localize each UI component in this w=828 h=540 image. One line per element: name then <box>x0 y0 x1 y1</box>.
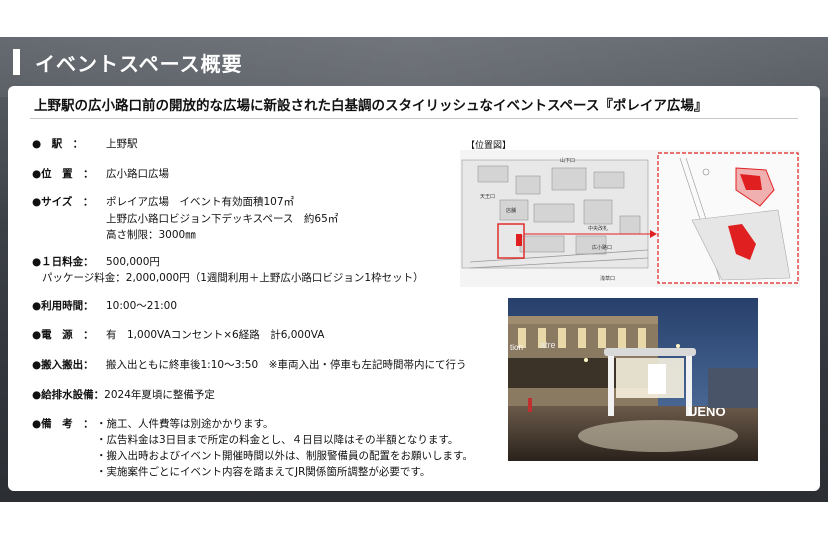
note-item: ・搬入出時およびイベント開催時間以外は、制服警備員の配置をお願いします。 <box>96 450 473 462</box>
row-value: 500,000円 <box>106 256 160 268</box>
location-map: 山下口 天王口 広小路口 浅草口 中央改札 店舗 <box>460 150 800 287</box>
note-item: ・施工、人件費等は別途かかります。 <box>96 418 274 430</box>
photo-sign-station: tion <box>510 343 523 352</box>
venue-photo: tion atre UENO <box>508 298 758 461</box>
detail-map <box>657 152 799 284</box>
size-line-2: 上野広小路口ビジョン下デッキスペース 約65㎡ <box>106 213 339 225</box>
row-location: ●位 置 ： 広小路口広場 <box>32 166 169 182</box>
page-title: イベントスペース概要 <box>35 52 243 76</box>
photo-sign-atre: atre <box>540 340 556 350</box>
row-value: 2024年夏頃に整備予定 <box>104 389 215 401</box>
row-label: ●搬入搬出： <box>32 359 94 371</box>
row-value: 搬入出ともに終車後1:10～3:50 ※車両入出・停車も左記時間帯内にて行う <box>106 359 467 371</box>
title-accent-bar <box>13 49 20 75</box>
row-value: 10:00～21:00 <box>106 300 178 312</box>
row-power: ●電 源 ： 有 1,000VAコンセント×6経路 計6,000VA <box>32 327 325 343</box>
row-label: ●給排水設備： <box>32 389 105 401</box>
map-text-asakusa: 浅草口 <box>600 275 615 282</box>
canopy-roof <box>604 348 696 356</box>
row-label: ●利用時間： <box>32 300 94 312</box>
row-label: ●位 置 ： <box>32 168 94 180</box>
row-label: ●１日料金： <box>32 256 94 268</box>
row-label: ● 駅 ： <box>32 138 84 150</box>
map-text-yamashita: 山下口 <box>560 157 575 164</box>
slide: イベントスペース概要 上野駅の広小路口前の開放的な広場に新設された白基調のスタイ… <box>0 37 828 502</box>
divider <box>30 118 798 119</box>
row-fee: ●１日料金： 500,000円 <box>32 254 160 270</box>
map-highlight-area <box>516 234 522 246</box>
card-subtitle: 上野駅の広小路口前の開放的な広場に新設された白基調のスタイリッシュなイベントスペ… <box>34 98 708 114</box>
row-water: ●給排水設備：2024年夏頃に整備予定 <box>32 387 215 403</box>
row-value: ポレイア広場 イベント有効面積107㎡ <box>106 196 295 208</box>
row-value: 上野駅 <box>106 138 138 150</box>
row-value: 有 1,000VAコンセント×6経路 計6,000VA <box>106 329 325 341</box>
map-text-central: 中央改札 <box>588 225 608 232</box>
note-item: ・実施案件ごとにイベント内容を踏まえてJR関係箇所調整が必要です。 <box>96 466 431 478</box>
row-label: ●サイズ ： <box>32 196 94 208</box>
note-item: ・広告料金は3日目まで所定の料金とし、４日目以降はその半額となります。 <box>96 434 459 446</box>
map-text-tenkou: 天王口 <box>480 194 495 200</box>
row-label: ●電 源 ： <box>32 329 94 341</box>
content-card: 上野駅の広小路口前の開放的な広場に新設された白基調のスタイリッシュなイベントスペ… <box>8 86 820 491</box>
map-text-hirokouji: 広小路口 <box>592 244 612 251</box>
row-label: ●備 考 ： <box>32 418 94 430</box>
size-line-3: 高さ制限：3000㎜ <box>106 229 196 241</box>
fee-package: パッケージ料金：2,000,000円（1週間利用＋上野広小路口ビジョン1枠セット… <box>42 272 424 284</box>
overview-map: 山下口 天王口 広小路口 浅草口 中央改札 店舗 <box>461 157 649 282</box>
row-size: ●サイズ ： ポレイア広場 イベント有効面積107㎡ <box>32 194 294 210</box>
row-value: 広小路口広場 <box>106 168 169 180</box>
row-loading: ●搬入搬出： 搬入出ともに終車後1:10～3:50 ※車両入出・停車も左記時間帯内… <box>32 357 466 373</box>
row-notes: ●備 考 ：・施工、人件費等は別途かかります。 <box>32 416 273 432</box>
row-station: ● 駅 ： 上野駅 <box>32 136 138 152</box>
row-hours: ●利用時間： 10:00～21:00 <box>32 298 177 314</box>
map-text-shop: 店舗 <box>506 207 516 214</box>
